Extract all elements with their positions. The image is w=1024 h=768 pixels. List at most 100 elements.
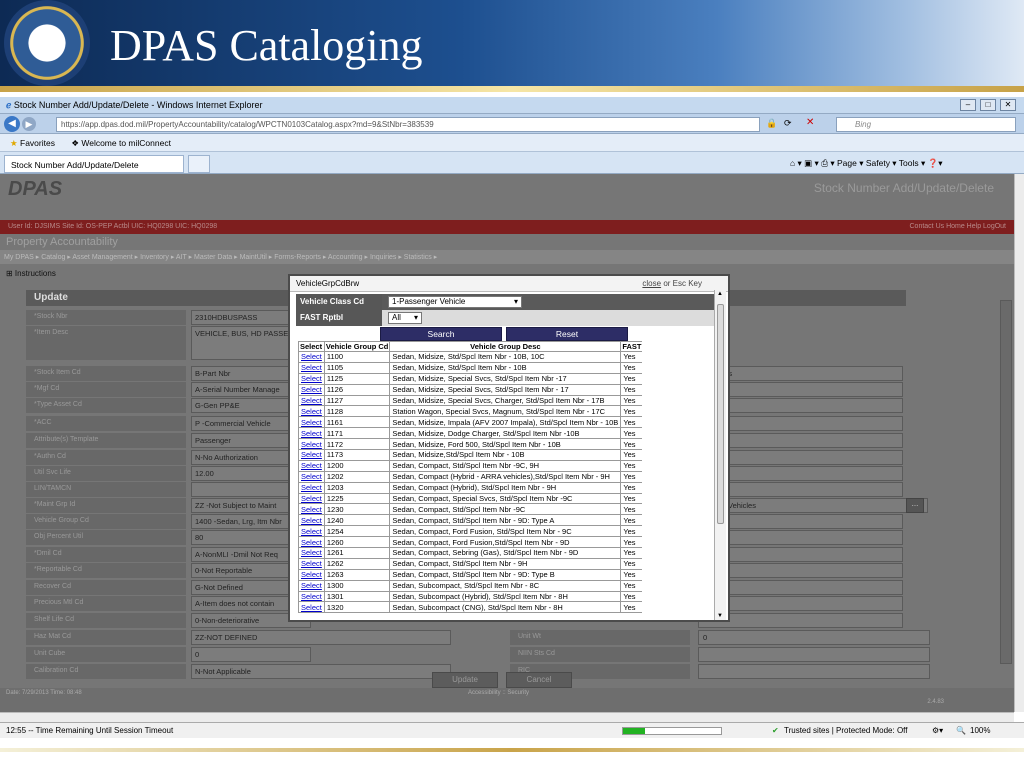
browser-horizontal-scrollbar[interactable] [0, 712, 1014, 722]
table-row: Select 1105 Sedan, Midsize, Std/Spcl Item … [298, 361, 642, 374]
fast-rptbl: Yes [620, 351, 642, 363]
tab-label: Stock Number Add/Update/Delete [11, 160, 139, 170]
field-label: Unit Cube [26, 647, 186, 662]
cancel-button[interactable]: Cancel [506, 672, 572, 688]
vehicle-group-cd: 1161 [323, 416, 391, 429]
forward-icon[interactable]: ▶ [22, 117, 36, 131]
zoom-icon[interactable]: 🔍 [956, 726, 966, 735]
back-icon[interactable]: ◀ [4, 116, 20, 132]
tab-strip: Stock Number Add/Update/Delete ⌂ ▾ ▣ ▾ ⎙… [0, 152, 1024, 174]
select-link[interactable]: Select [298, 351, 325, 363]
select-link[interactable]: Select [298, 579, 325, 592]
select-link[interactable]: Select [298, 536, 325, 549]
field-value[interactable]: ZZ-NOT DEFINED [191, 630, 451, 645]
command-bar-menus[interactable]: Page ▾ Safety ▾ Tools ▾ [837, 158, 925, 168]
ric-field[interactable] [698, 664, 930, 679]
select-link[interactable]: Select [298, 449, 325, 461]
instructions-toggle[interactable]: ⊞ Instructions [6, 269, 56, 278]
print-icon[interactable]: ⎙ ▾ [821, 158, 834, 168]
select-link[interactable]: Select [298, 590, 325, 603]
stop-icon[interactable]: ✕ [806, 117, 814, 128]
table-row: Select 1260 Sedan, Compact, Ford Fusion,St… [298, 536, 642, 549]
vehicle-group-desc: Sedan, Compact, Std/Spcl Item Nbr -9C, 9… [389, 459, 622, 472]
refresh-icon[interactable]: ⟳ [784, 118, 792, 129]
tab-stock-number[interactable]: Stock Number Add/Update/Delete [4, 155, 184, 173]
select-link[interactable]: Select [298, 481, 325, 494]
select-link[interactable]: Select [298, 459, 325, 472]
maximize-button[interactable]: □ [980, 99, 996, 111]
vehicle-group-desc: Sedan, Midsize, Special Svcs, Charger, S… [389, 394, 622, 407]
scroll-thumb[interactable] [717, 304, 724, 524]
popup-title: VehicleGrpCdBrw [296, 279, 360, 288]
favorites-star-icon[interactable]: ★ [10, 138, 18, 148]
fast-rptbl: Yes [620, 438, 642, 451]
vehicle-class-select[interactable]: 1-Passenger Vehicle ▾ [388, 296, 522, 308]
fast-rptbl: Yes [620, 361, 642, 374]
minimize-button[interactable]: – [960, 99, 976, 111]
select-link[interactable]: Select [298, 503, 325, 516]
search-input[interactable]: Bing [836, 117, 1016, 132]
table-row: Select 1263 Sedan, Compact, Std/Spcl Item … [298, 568, 642, 581]
select-link[interactable]: Select [298, 405, 325, 418]
url-text: https://app.dpas.dod.mil/PropertyAccount… [61, 120, 434, 129]
field-value[interactable]: N-Not Applicable [191, 664, 451, 679]
popup-title-bar: VehicleGrpCdBrw close or Esc Key [290, 276, 728, 292]
fast-rptbl: Yes [620, 416, 642, 429]
select-link[interactable]: Select [298, 470, 325, 483]
main-menu[interactable]: My DPAS ▸ Catalog ▸ Asset Management ▸ I… [0, 250, 1014, 264]
niin-sts-field[interactable] [698, 647, 930, 662]
vehicle-group-desc: Sedan, Compact, Std/Spcl Item Nbr - 9H [389, 557, 622, 570]
right-field[interactable]: arrying Vehicles [698, 498, 928, 513]
command-bar[interactable]: ⌂ ▾ ▣ ▾ ⎙ ▾ Page ▾ Safety ▾ Tools ▾ ❓▾ [790, 158, 942, 169]
table-row: Select 1172 Sedan, Midsize, Ford 500, Std/… [298, 438, 642, 451]
vehicle-group-cd: 1105 [323, 361, 391, 374]
select-link[interactable]: Select [298, 416, 325, 429]
select-link[interactable]: Select [298, 372, 325, 385]
new-tab-button[interactable] [188, 155, 210, 173]
select-link[interactable]: Select [298, 557, 325, 570]
table-row: Select 1320 Sedan, Subcompact (CNG), Std/S… [298, 601, 642, 614]
browser-vertical-scrollbar[interactable] [1014, 174, 1024, 712]
popup-scrollbar[interactable]: ▲ ▼ [714, 290, 726, 620]
url-field[interactable]: https://app.dpas.dod.mil/PropertyAccount… [56, 117, 760, 132]
scroll-up-icon[interactable]: ▲ [717, 291, 723, 297]
footer-links[interactable]: Accessibility :: Security [468, 690, 529, 696]
lookup-button[interactable]: ... [906, 498, 924, 513]
ie-logo-icon: ℯ [6, 100, 12, 110]
select-link[interactable]: Select [298, 601, 325, 614]
fav-item-milconnect[interactable]: Welcome to milConnect [81, 138, 171, 148]
favorites-button[interactable]: Favorites [20, 138, 55, 148]
table-row: Select 1171 Sedan, Midsize, Dodge Charger,… [298, 427, 642, 440]
close-link[interactable]: close [642, 279, 661, 288]
lock-icon[interactable]: 🔒 [766, 118, 777, 129]
select-link[interactable]: Select [298, 438, 325, 451]
fast-rptbl: Yes [620, 372, 642, 385]
form-scrollbar[interactable] [1000, 300, 1012, 664]
protected-icon[interactable]: ⚙▾ [932, 726, 943, 735]
close-window-button[interactable]: ✕ [1000, 99, 1016, 111]
update-button[interactable]: Update [432, 672, 498, 688]
select-link[interactable]: Select [298, 525, 325, 538]
select-link[interactable]: Select [298, 492, 325, 505]
select-link[interactable]: Select [298, 514, 325, 527]
security-zone[interactable]: Trusted sites | Protected Mode: Off [784, 726, 907, 735]
select-link[interactable]: Select [298, 568, 325, 581]
help-icon[interactable]: ❓▾ [928, 158, 943, 168]
search-button[interactable]: Search [380, 327, 502, 341]
reset-button[interactable]: Reset [506, 327, 628, 341]
select-link[interactable]: Select [298, 547, 325, 559]
scroll-down-icon[interactable]: ▼ [717, 613, 723, 619]
table-row: Select 1200 Sedan, Compact, Std/Spcl Item … [298, 459, 642, 472]
unit-wt-field[interactable]: 0 [698, 630, 930, 645]
home-icon[interactable]: ⌂ ▾ [790, 158, 802, 168]
select-link[interactable]: Select [298, 427, 325, 440]
select-link[interactable]: Select [298, 361, 325, 374]
feeds-icon[interactable]: ▣ ▾ [804, 158, 819, 168]
zoom-level[interactable]: 100% [970, 726, 990, 735]
field-value[interactable]: 0 [191, 647, 311, 662]
select-link[interactable]: Select [298, 394, 325, 407]
top-links[interactable]: Contact Us Home Help LogOut [910, 223, 1007, 230]
fast-rptbl-select[interactable]: All ▾ [388, 312, 422, 324]
field-label: Calibration Cd [26, 664, 186, 679]
select-link[interactable]: Select [298, 383, 325, 396]
